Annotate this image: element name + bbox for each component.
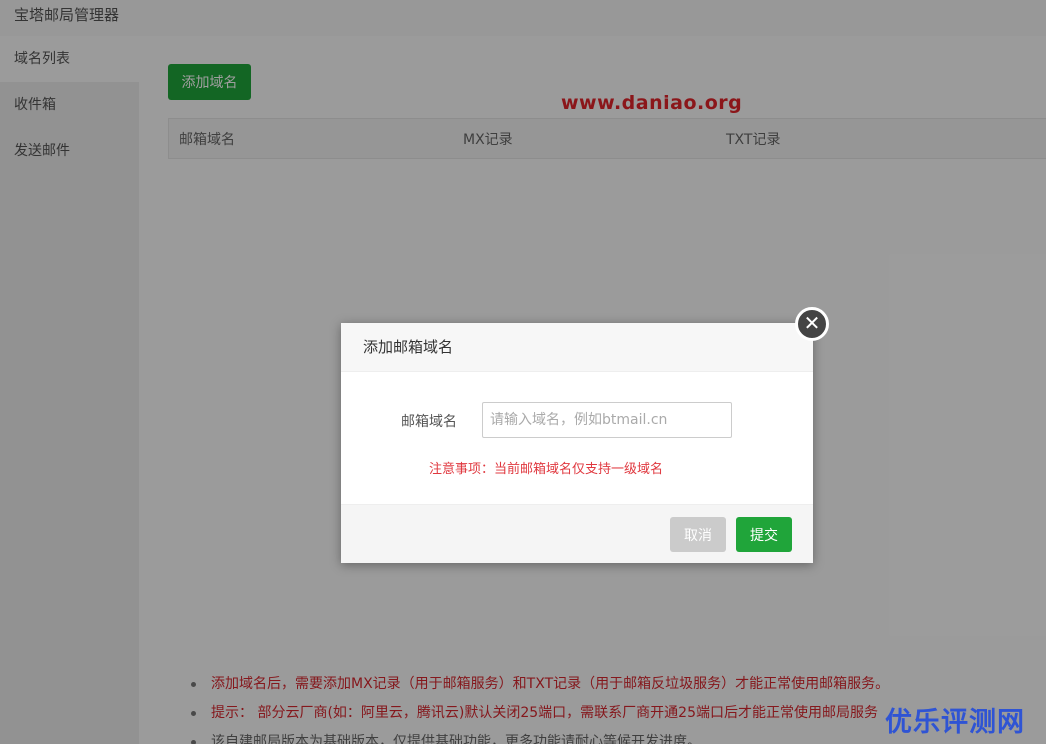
add-domain-dialog: 添加邮箱域名 ✕ 邮箱域名 注意事项：当前邮箱域名仅支持一级域名 取消 提交 xyxy=(341,307,829,563)
submit-button[interactable]: 提交 xyxy=(736,517,792,552)
corner-watermark: 优乐评测网 xyxy=(885,707,1025,738)
dialog-footer: 取消 提交 xyxy=(341,504,813,563)
cancel-button[interactable]: 取消 xyxy=(670,517,726,552)
domain-input[interactable] xyxy=(482,402,732,438)
dialog-title: 添加邮箱域名 xyxy=(341,323,813,372)
domain-note: 注意事项：当前邮箱域名仅支持一级域名 xyxy=(429,462,664,477)
close-icon[interactable]: ✕ xyxy=(795,307,829,341)
domain-field-label: 邮箱域名 xyxy=(401,414,457,430)
